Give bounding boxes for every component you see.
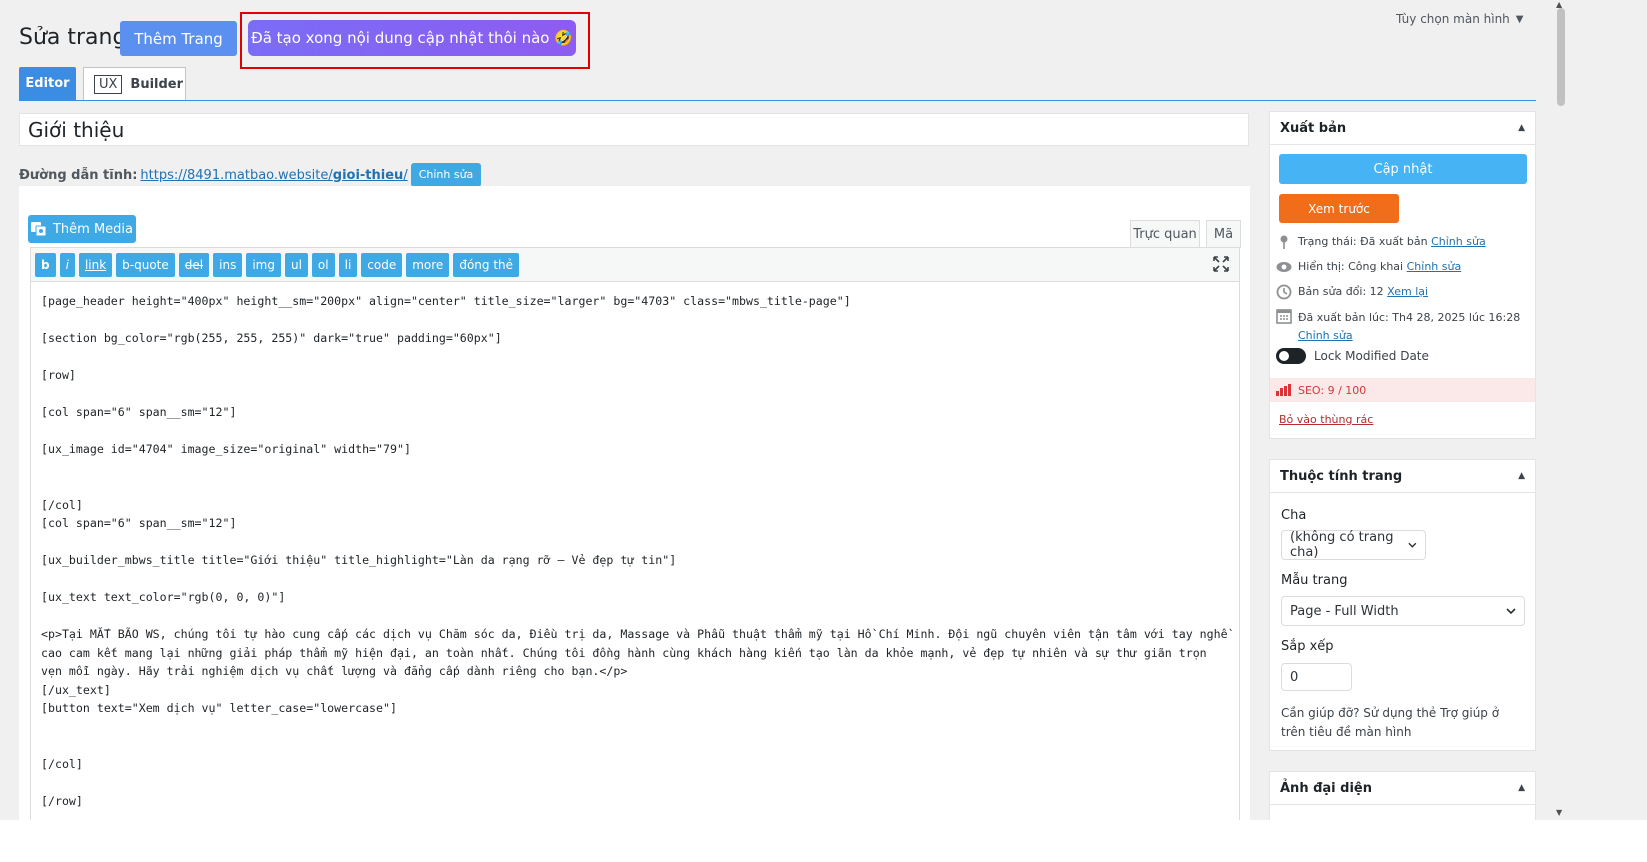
qt-bold-button[interactable]: b <box>35 252 56 277</box>
seo-score-bar[interactable]: SEO: 9 / 100 <box>1270 378 1535 402</box>
template-label: Mẫu trang <box>1281 573 1348 588</box>
revisions-row: Bản sửa đổi: 12 Xem lại <box>1276 284 1531 300</box>
collapse-up-icon[interactable]: ▲ <box>1518 783 1525 793</box>
update-button[interactable]: Cập nhật <box>1279 154 1527 184</box>
qt-link-button[interactable]: link <box>78 252 113 277</box>
parent-label: Cha <box>1281 508 1307 523</box>
ai-generate-button[interactable]: Đã tạo xong nội dung cập nhật thôi nào 🤣 <box>248 20 576 56</box>
tabs-divider <box>19 100 1536 101</box>
qt-italic-button[interactable]: i <box>59 252 75 277</box>
featured-image-title: Ảnh đại diện <box>1280 780 1372 796</box>
edit-slug-button[interactable]: Chỉnh sửa <box>410 163 482 187</box>
add-media-button[interactable]: Thêm Media <box>28 215 136 243</box>
qt-img-button[interactable]: img <box>246 252 281 277</box>
tab-visual[interactable]: Trực quan <box>1130 220 1200 247</box>
page-scrollbar[interactable] <box>1555 0 1567 820</box>
status-edit-link[interactable]: Chỉnh sửa <box>1431 235 1486 248</box>
order-label: Sắp xếp <box>1281 639 1334 654</box>
move-to-trash-link[interactable]: Bỏ vào thùng rác <box>1279 413 1373 426</box>
qt-del-button[interactable]: del <box>178 252 210 277</box>
page-bottom-strip <box>0 820 1647 862</box>
screen-options-label: Tùy chọn màn hình <box>1396 12 1510 26</box>
page-attributes-header[interactable]: Thuộc tính trang ▲ <box>1270 460 1535 493</box>
add-page-button[interactable]: Thêm Trang <box>120 21 237 56</box>
scrollbar-thumb[interactable] <box>1557 8 1565 106</box>
page-attributes-box: Thuộc tính trang ▲ Cha (không có trang c… <box>1269 459 1536 751</box>
permalink-link[interactable]: https://8491.matbao.website/gioi-thieu/ <box>140 168 407 183</box>
tab-ux-builder[interactable]: UX Builder <box>83 67 186 101</box>
code-editor-textarea[interactable]: [page_header height="400px" height__sm="… <box>30 282 1240 827</box>
qt-li-button[interactable]: li <box>338 252 358 277</box>
seo-chart-icon <box>1276 384 1291 396</box>
published-edit-link[interactable]: Chỉnh sửa <box>1298 329 1353 342</box>
qt-ol-button[interactable]: ol <box>311 252 335 277</box>
pin-icon <box>1276 235 1292 249</box>
post-title-input[interactable]: Giới thiệu <box>19 113 1249 146</box>
scroll-down-icon[interactable]: ▼ <box>1556 808 1562 817</box>
qt-close-tags-button[interactable]: đóng thẻ <box>453 252 520 277</box>
quicktags-toolbar: b i link b-quote del ins img ul ol li co… <box>30 247 1240 282</box>
publish-box: Xuất bản ▲ Cập nhật Xem trước Trạng thái… <box>1269 111 1536 439</box>
order-input[interactable]: 0 <box>1281 663 1352 691</box>
caret-down-icon: ▼ <box>1515 13 1524 25</box>
lock-modified-toggle[interactable] <box>1276 348 1306 364</box>
permalink-label: Đường dẫn tĩnh: <box>19 167 138 183</box>
chevron-down-icon <box>1506 608 1516 614</box>
scroll-up-icon[interactable]: ▲ <box>1556 0 1562 9</box>
status-row: Trạng thái: Đã xuất bản Chỉnh sửa <box>1276 235 1531 249</box>
eye-icon <box>1276 260 1292 274</box>
published-date-row: Đã xuất bản lúc: Th4 28, 2025 lúc 16:28 … <box>1276 309 1531 345</box>
tab-editor[interactable]: Editor <box>19 67 76 100</box>
qt-ins-button[interactable]: ins <box>213 252 243 277</box>
qt-blockquote-button[interactable]: b-quote <box>116 252 175 277</box>
ux-logo-icon: UX <box>94 75 123 94</box>
history-icon <box>1276 284 1292 300</box>
screen-options-button[interactable]: Tùy chọn màn hình ▼ <box>1396 12 1524 26</box>
add-media-label: Thêm Media <box>52 221 134 237</box>
permalink-row: Đường dẫn tĩnh: https://8491.matbao.webs… <box>19 163 482 187</box>
qt-ul-button[interactable]: ul <box>284 252 308 277</box>
media-icon <box>30 222 47 236</box>
template-select[interactable]: Page - Full Width <box>1281 596 1525 626</box>
fullscreen-icon[interactable] <box>1212 255 1230 273</box>
lock-modified-label: Lock Modified Date <box>1314 349 1429 363</box>
parent-select[interactable]: (không có trang cha) <box>1281 530 1426 560</box>
qt-more-button[interactable]: more <box>406 252 450 277</box>
tab-code[interactable]: Mã <box>1206 220 1241 248</box>
qt-code-button[interactable]: code <box>361 252 403 277</box>
revisions-view-link[interactable]: Xem lại <box>1387 285 1428 298</box>
collapse-up-icon[interactable]: ▲ <box>1518 471 1525 481</box>
chevron-down-icon <box>1408 542 1417 548</box>
page-attributes-title: Thuộc tính trang <box>1280 468 1403 484</box>
featured-image-header[interactable]: Ảnh đại diện ▲ <box>1270 772 1535 805</box>
publish-box-header[interactable]: Xuất bản ▲ <box>1270 112 1535 145</box>
collapse-up-icon[interactable]: ▲ <box>1518 123 1525 133</box>
publish-title: Xuất bản <box>1280 120 1347 136</box>
calendar-icon <box>1276 309 1292 324</box>
help-text: Cần giúp đỡ? Sử dụng thẻ Trợ giúp ở trên… <box>1281 706 1500 739</box>
preview-button[interactable]: Xem trước <box>1279 194 1399 223</box>
builder-label: Builder <box>130 77 184 92</box>
visibility-edit-link[interactable]: Chỉnh sửa <box>1407 260 1462 273</box>
page-title: Sửa trang <box>19 25 127 50</box>
permalink-slug: gioi-thieu <box>332 167 404 183</box>
seo-score: SEO: 9 / 100 <box>1298 383 1367 397</box>
visibility-row: Hiển thị: Công khai Chỉnh sửa <box>1276 260 1531 274</box>
